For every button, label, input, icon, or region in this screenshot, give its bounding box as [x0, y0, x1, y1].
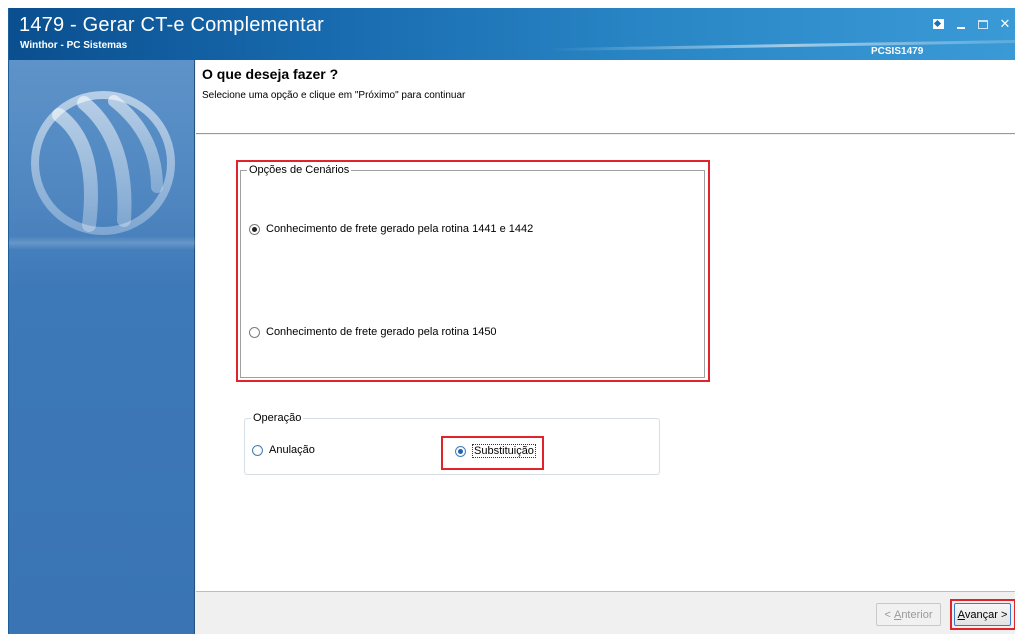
- wizard-footer: < Anterior Avançar >: [196, 593, 1015, 634]
- maximize-icon[interactable]: [978, 19, 988, 29]
- radio-icon[interactable]: [249, 223, 260, 235]
- wizard-sidebar: [9, 60, 195, 634]
- scenario-option-label: Conhecimento de frete gerado pela rotina…: [266, 223, 534, 235]
- substituicao-highlight-box: [441, 436, 544, 470]
- operacao-option-label: Anulação: [269, 444, 315, 456]
- page-instruction: Selecione uma opção e clique em "Próximo…: [202, 90, 466, 101]
- back-button-rest: nterior: [901, 608, 933, 621]
- title-bar[interactable]: 1479 - Gerar CT-e Complementar Winthor -…: [9, 8, 1015, 60]
- scenarios-legend: Opções de Cenários: [247, 164, 352, 176]
- back-button-prefix: <: [884, 608, 894, 621]
- window-subtitle: Winthor - PC Sistemas: [20, 40, 128, 51]
- wizard-window: 1479 - Gerar CT-e Complementar Winthor -…: [8, 8, 1015, 634]
- operacao-legend: Operação: [251, 412, 304, 424]
- minimize-icon[interactable]: [954, 18, 968, 30]
- next-button-accel: A: [957, 608, 965, 621]
- back-button-accel: A: [893, 608, 902, 621]
- wizard-header: O que deseja fazer ? Selecione uma opção…: [196, 60, 1015, 134]
- close-icon[interactable]: ✕: [998, 16, 1012, 31]
- restore-icon[interactable]: [933, 19, 944, 29]
- radio-icon[interactable]: [249, 326, 260, 338]
- winthor-logo-icon: [31, 91, 175, 235]
- operacao-option-anulacao[interactable]: Anulação: [252, 444, 315, 456]
- scenario-option-1450[interactable]: Conhecimento de frete gerado pela rotina…: [249, 326, 497, 338]
- page-title: O que deseja fazer ?: [202, 66, 339, 82]
- scenario-option-1441-1442[interactable]: Conhecimento de frete gerado pela rotina…: [249, 223, 533, 235]
- scenario-option-label: Conhecimento de frete gerado pela rotina…: [266, 326, 497, 338]
- back-button[interactable]: < Anterior: [876, 603, 941, 626]
- routine-code: PCSIS1479: [871, 46, 924, 57]
- next-button[interactable]: Avançar >: [954, 603, 1011, 626]
- next-button-rest: vançar >: [964, 608, 1008, 621]
- window-title: 1479 - Gerar CT-e Complementar: [19, 14, 325, 36]
- radio-icon[interactable]: [252, 444, 263, 456]
- title-bar-swoosh: [549, 39, 1015, 52]
- scenarios-groupbox: Opções de Cenários Conhecimento de frete…: [240, 164, 705, 378]
- window-controls: ✕: [933, 16, 1012, 31]
- wizard-content: Opções de Cenários Conhecimento de frete…: [196, 135, 1015, 592]
